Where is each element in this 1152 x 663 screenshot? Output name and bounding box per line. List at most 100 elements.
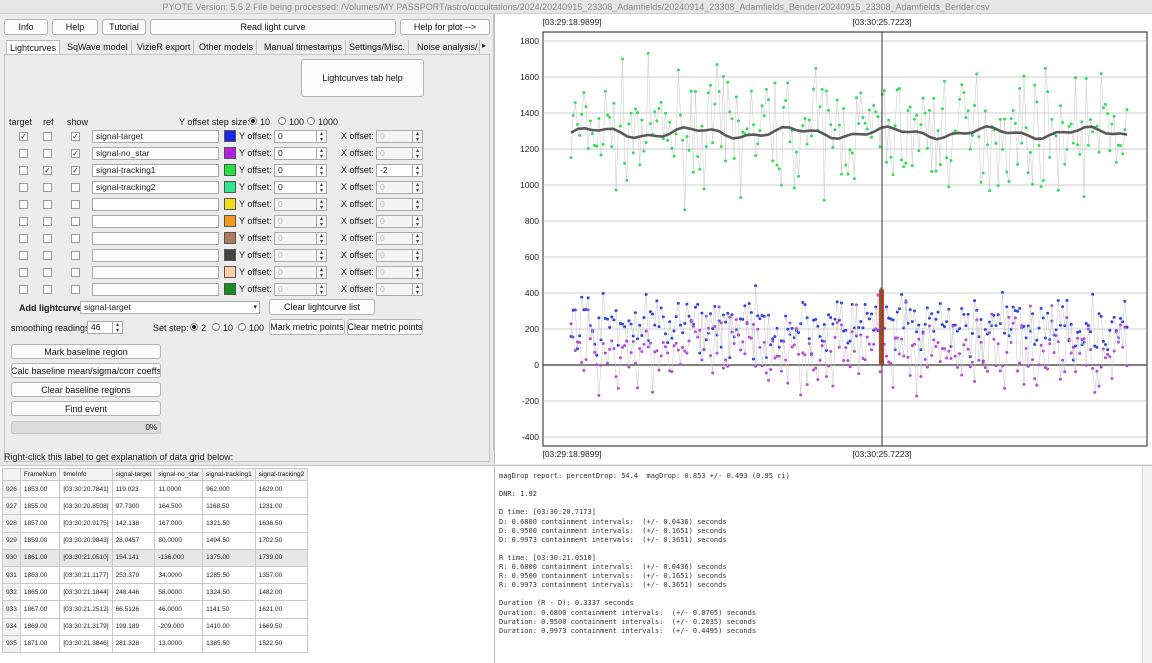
spinner-arrows-icon[interactable]: ▴ ▾: [316, 165, 326, 176]
row-target-checkbox[interactable]: [19, 234, 28, 243]
row-color-swatch[interactable]: [224, 283, 236, 295]
tab-vizier-export[interactable]: VizieR export: [134, 40, 195, 54]
clear-lightcurve-list-button[interactable]: Clear lightcurve list: [269, 299, 375, 315]
row-ref-checkbox[interactable]: [43, 183, 52, 192]
help-for-plot-button[interactable]: Help for plot -->: [400, 19, 490, 35]
grid-cell[interactable]: [03:30:21.3179]: [59, 617, 113, 636]
yoffset-step-10-radio[interactable]: [249, 117, 257, 125]
spinner-arrows-icon[interactable]: ▴ ▾: [412, 199, 422, 210]
table-row[interactable]: 932 1865.00 [03:30:21.1844] 248.446 58.0000 1…: [2, 583, 309, 602]
row-color-swatch[interactable]: [224, 164, 236, 176]
tab-scroll-right-icon[interactable]: ▸: [482, 41, 486, 50]
row-color-swatch[interactable]: [224, 147, 236, 159]
grid-cell[interactable]: [03:30:20.9843]: [59, 531, 113, 550]
tab-other-models[interactable]: Other models: [196, 40, 258, 54]
grid-cell[interactable]: 1861.00: [19, 548, 61, 567]
row-xoffset-spinbox[interactable]: 0 ▴ ▾: [376, 266, 423, 279]
spinner-arrows-icon[interactable]: ▴ ▾: [316, 250, 326, 261]
grid-cell[interactable]: 119.023: [111, 479, 156, 499]
row-xoffset-spinbox[interactable]: 0 ▴ ▾: [376, 232, 423, 245]
grid-cell[interactable]: 164.500: [154, 497, 204, 516]
grid-cell[interactable]: 97.7300: [111, 497, 156, 516]
grid-cell[interactable]: [03:30:21.1844]: [59, 583, 113, 602]
spinner-arrows-icon[interactable]: ▴ ▾: [316, 199, 326, 210]
row-xoffset-spinbox[interactable]: 0 ▴ ▾: [376, 130, 423, 143]
spinner-arrows-icon[interactable]: ▴ ▾: [316, 131, 326, 142]
grid-cell[interactable]: 1231.00: [254, 497, 309, 516]
mark-metric-points-button[interactable]: Mark metric points: [269, 319, 345, 335]
grid-cell[interactable]: 248.446: [111, 583, 156, 602]
spinner-arrows-icon[interactable]: ▴ ▾: [412, 131, 422, 142]
row-xoffset-spinbox[interactable]: 0 ▴ ▾: [376, 283, 423, 296]
tab-noise-analysis[interactable]: Noise analysis/: [414, 40, 480, 54]
row-target-checkbox[interactable]: [19, 251, 28, 260]
spinner-arrows-icon[interactable]: ▴ ▾: [316, 182, 326, 193]
row-xoffset-spinbox[interactable]: 0 ▴ ▾: [376, 215, 423, 228]
yoffset-step-1000-radio[interactable]: [307, 117, 315, 125]
spinner-arrows-icon[interactable]: ▴ ▾: [412, 250, 422, 261]
grid-cell[interactable]: 1168.50: [202, 497, 256, 516]
grid-row-header[interactable]: 927: [2, 497, 21, 516]
yoffset-step-100-radio[interactable]: [278, 117, 286, 125]
row-ref-checkbox[interactable]: [43, 200, 52, 209]
grid-cell[interactable]: 1636.50: [254, 514, 309, 533]
grid-cell[interactable]: 58.0000: [154, 583, 204, 602]
grid-cell[interactable]: 13.0000: [154, 634, 204, 653]
tab-lightcurves[interactable]: Lightcurves: [6, 40, 61, 54]
grid-column-header[interactable]: FrameNum: [19, 468, 61, 481]
grid-cell[interactable]: 1141.50: [202, 600, 256, 619]
row-show-checkbox[interactable]: [71, 217, 80, 226]
row-target-checkbox[interactable]: [19, 285, 28, 294]
clear-metric-points-button[interactable]: Clear metric points: [347, 319, 423, 335]
row-name-field[interactable]: signal-tracking1: [92, 164, 219, 177]
grid-cell[interactable]: 80.0000: [154, 531, 204, 550]
grid-cell[interactable]: 1871.00: [19, 634, 61, 653]
row-name-field[interactable]: [92, 198, 219, 211]
grid-cell[interactable]: 167.000: [154, 514, 204, 533]
row-color-swatch[interactable]: [224, 198, 236, 210]
grid-row-header[interactable]: 926: [2, 479, 21, 499]
row-yoffset-spinbox[interactable]: 0 ▴ ▾: [274, 130, 327, 143]
grid-cell[interactable]: 1522.50: [254, 634, 309, 653]
set-step-10-radio[interactable]: [212, 323, 220, 331]
grid-cell[interactable]: 1869.00: [19, 617, 61, 636]
row-target-checkbox[interactable]: [19, 149, 28, 158]
tab-manual-timestamps[interactable]: Manual timestamps: [261, 40, 347, 54]
row-yoffset-spinbox[interactable]: 0 ▴ ▾: [274, 215, 327, 228]
grid-cell[interactable]: 1702.50: [254, 531, 309, 550]
grid-cell[interactable]: 1857.00: [19, 514, 61, 533]
row-name-field[interactable]: [92, 249, 219, 262]
row-yoffset-spinbox[interactable]: 0 ▴ ▾: [274, 249, 327, 262]
grid-column-header[interactable]: timeInfo: [59, 468, 113, 481]
grid-cell[interactable]: 1324.50: [202, 583, 256, 602]
spinner-arrows-icon[interactable]: ▴ ▾: [412, 233, 422, 244]
report-scrollbar[interactable]: [1142, 466, 1152, 663]
grid-cell[interactable]: 142.138: [111, 514, 156, 533]
row-show-checkbox[interactable]: [71, 285, 80, 294]
grid-column-header[interactable]: signal-no_star: [154, 468, 204, 481]
grid-cell[interactable]: 1739.00: [254, 548, 309, 567]
grid-cell[interactable]: 34.0000: [154, 565, 204, 585]
row-yoffset-spinbox[interactable]: 0 ▴ ▾: [274, 181, 327, 194]
table-row[interactable]: 931 1863.00 [03:30:21.1177] 253.379 34.0000 1…: [2, 565, 309, 585]
row-ref-checkbox[interactable]: [43, 251, 52, 260]
table-row[interactable]: 934 1869.00 [03:30:21.3179] 199.189 -209.000…: [2, 617, 309, 636]
row-target-checkbox[interactable]: ✓: [19, 132, 28, 141]
grid-cell[interactable]: 253.379: [111, 565, 156, 585]
row-target-checkbox[interactable]: [19, 268, 28, 277]
grid-row-header[interactable]: 928: [2, 514, 21, 533]
row-color-swatch[interactable]: [224, 130, 236, 142]
light-curve-chart[interactable]: -400 -200 0 200 400 600 800 1000 1200 1400 1600 180…: [494, 14, 1152, 464]
row-xoffset-spinbox[interactable]: 0 ▴ ▾: [376, 198, 423, 211]
help-button[interactable]: Help: [52, 19, 98, 35]
grid-cell[interactable]: 1482.00: [254, 583, 309, 602]
grid-cell[interactable]: 1669.50: [254, 617, 309, 636]
spinner-arrows-icon[interactable]: ▴ ▾: [412, 148, 422, 159]
find-event-button[interactable]: Find event: [11, 401, 161, 416]
spinner-arrows-icon[interactable]: ▴ ▾: [412, 216, 422, 227]
table-row[interactable]: 933 1867.00 [03:30:21.2512] 66.5126 46.0000 1…: [2, 600, 309, 619]
row-ref-checkbox[interactable]: [43, 132, 52, 141]
grid-cell[interactable]: 1285.50: [202, 565, 256, 585]
spinner-arrows-icon[interactable]: ▴ ▾: [316, 284, 326, 295]
row-yoffset-spinbox[interactable]: 0 ▴ ▾: [274, 232, 327, 245]
